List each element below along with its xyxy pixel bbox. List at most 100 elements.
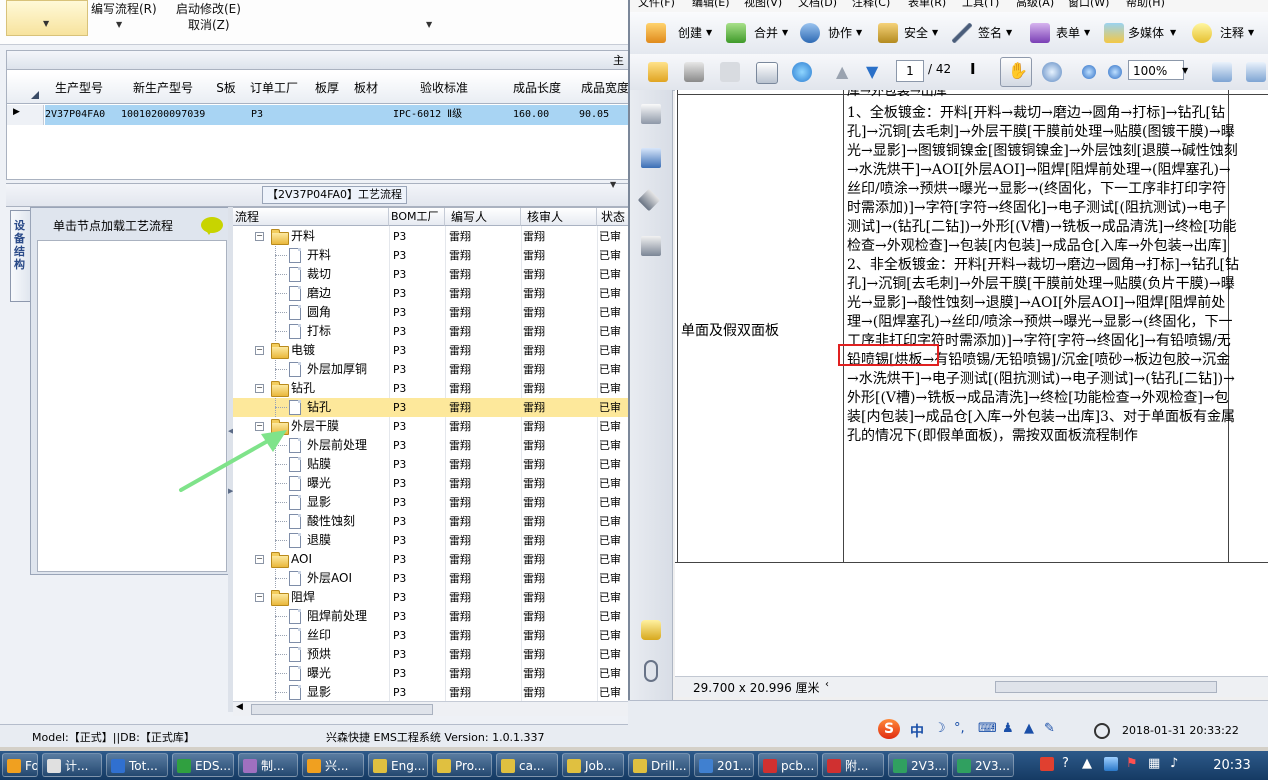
pdf-menu-form[interactable]: 表单(R) (908, 0, 946, 8)
skin-icon[interactable]: ▲ (1024, 721, 1034, 736)
tree-row[interactable]: 圆角 P3 雷翔 雷翔 已审 (233, 303, 628, 322)
form-button[interactable]: 表单 (1056, 20, 1080, 46)
app-logo-button[interactable]: ▼ (6, 0, 88, 36)
tab-equipment-structure[interactable]: 设备结构 (10, 210, 31, 302)
save-icon[interactable] (720, 62, 740, 82)
tree-row[interactable]: 外层AOI P3 雷翔 雷翔 已审 (233, 569, 628, 588)
tree-row[interactable]: 磨边 P3 雷翔 雷翔 已审 (233, 284, 628, 303)
comment-button[interactable]: 注释 (1220, 20, 1244, 46)
pdf-page-view[interactable]: 库→外包装→出库 单面及假双面板 1、全板镀金：开料[开料→裁切→磨边→圆角→打… (675, 90, 1268, 676)
taskbar-button[interactable]: Job... (562, 753, 624, 777)
next-page-icon[interactable]: ▼ (866, 62, 878, 81)
collapse-toggle-icon[interactable]: − (255, 384, 264, 393)
tree-row[interactable]: 打标 P3 雷翔 雷翔 已审 (233, 322, 628, 341)
comment-dropdown-icon[interactable]: ▼ (1248, 20, 1254, 46)
taskbar-button[interactable]: 制... (238, 753, 298, 777)
menu-write-flow[interactable]: 编写流程(R) (91, 0, 157, 17)
taskbar-button[interactable]: Pro... (432, 753, 492, 777)
keyboard-icon[interactable]: ⌨ (978, 721, 997, 736)
tools-icon[interactable]: ✎ (1044, 721, 1055, 736)
tree-horizontal-scrollbar[interactable]: ◀ (233, 701, 628, 716)
taskbar-button[interactable]: 兴... (302, 753, 364, 777)
tree-row[interactable]: 退膜 P3 雷翔 雷翔 已审 (233, 531, 628, 550)
taskbar-button[interactable]: EDS... (172, 753, 234, 777)
layers-icon[interactable] (637, 188, 661, 212)
scroll-thumb[interactable] (251, 704, 433, 715)
moon-icon[interactable]: ☽ (934, 721, 946, 736)
pdf-menu-tools[interactable]: 工具(T) (962, 0, 999, 8)
create-button[interactable]: 创建 (678, 20, 702, 46)
taskbar-button[interactable]: Tot... (106, 753, 168, 777)
tree-row[interactable]: 预烘 P3 雷翔 雷翔 已审 (233, 645, 628, 664)
tree-row[interactable]: − 钻孔 P3 雷翔 雷翔 已审 (233, 379, 628, 398)
tree-row[interactable]: 钻孔 P3 雷翔 雷翔 已审 (233, 398, 628, 417)
tree-header-reviewer[interactable]: 核审人 (521, 208, 597, 226)
taskbar-clock[interactable]: 20:33 (1196, 751, 1268, 780)
pages-panel-icon[interactable] (641, 104, 661, 124)
taskbar-button[interactable]: pcb... (758, 753, 818, 777)
tree-row[interactable]: 开料 P3 雷翔 雷翔 已审 (233, 246, 628, 265)
status-scroll-left-icon[interactable]: ‹ (825, 679, 829, 690)
taskbar-button[interactable]: Eng... (368, 753, 428, 777)
tree-header-flow[interactable]: 流程 (233, 208, 389, 226)
tree-row[interactable]: − 阻焊 P3 雷翔 雷翔 已审 (233, 588, 628, 607)
print-icon[interactable] (684, 62, 704, 82)
web-upload-icon[interactable] (792, 62, 812, 82)
multimedia-dropdown-icon[interactable]: ▼ (1170, 20, 1176, 46)
volume-icon[interactable]: ♪ (1170, 756, 1178, 771)
collapse-toggle-icon[interactable]: − (255, 346, 264, 355)
pdf-menu-advanced[interactable]: 高级(A) (1016, 0, 1054, 8)
menu-cancel[interactable]: 取消(Z) (188, 16, 230, 33)
zoom-dropdown-icon[interactable]: ▼ (1182, 66, 1188, 75)
create-dropdown-icon[interactable]: ▼ (706, 20, 712, 46)
page-number-input[interactable]: 1 (896, 60, 924, 82)
fit-width-icon[interactable] (1246, 62, 1266, 82)
pdf-menu-window[interactable]: 窗口(W) (1068, 0, 1109, 8)
help-tray-icon[interactable]: ? (1062, 756, 1069, 771)
tree-row[interactable]: 阻焊前处理 P3 雷翔 雷翔 已审 (233, 607, 628, 626)
prev-page-icon[interactable]: ▲ (836, 62, 848, 81)
combine-button[interactable]: 合并 (754, 20, 778, 46)
taskbar-button[interactable]: 2V3... (888, 753, 948, 777)
zoom-out-icon[interactable] (1082, 65, 1096, 79)
zoom-select[interactable]: 100% (1128, 60, 1184, 80)
table-row[interactable]: 2V37P04FA0 10010200097039 P3 IPC-6012 Ⅱ级… (43, 51, 628, 131)
splitter-arrow-icon[interactable]: ▼ (610, 180, 616, 189)
sign-button[interactable]: 签名 (978, 20, 1002, 46)
collapse-toggle-icon[interactable]: − (255, 593, 264, 602)
pdf-menu-document[interactable]: 文档(D) (798, 0, 837, 8)
collapse-toggle-icon[interactable]: − (255, 232, 264, 241)
collaborate-button[interactable]: 协作 (828, 20, 852, 46)
taskbar-button[interactable]: Drill... (628, 753, 690, 777)
tree-row[interactable]: 外层加厚铜 P3 雷翔 雷翔 已审 (233, 360, 628, 379)
open-folder-icon[interactable] (648, 62, 668, 82)
tree-row[interactable]: 丝印 P3 雷翔 雷翔 已审 (233, 626, 628, 645)
comments-panel-icon[interactable] (641, 620, 661, 640)
email-icon[interactable] (756, 62, 778, 84)
network-icon[interactable]: ▦ (1148, 756, 1160, 771)
pdf-scroll-thumb[interactable] (995, 681, 1217, 693)
fit-page-icon[interactable] (1212, 62, 1232, 82)
collapse-toggle-icon[interactable]: − (255, 555, 264, 564)
pdf-menu-view[interactable]: 视图(V) (744, 0, 782, 8)
tray-s-icon[interactable] (1040, 757, 1054, 771)
tree-row[interactable]: − 开料 P3 雷翔 雷翔 已审 (233, 227, 628, 246)
bookmarks-icon[interactable] (641, 148, 661, 168)
pdf-menu-help[interactable]: 帮助(H) (1126, 0, 1165, 8)
form-dropdown-icon[interactable]: ▼ (1084, 20, 1090, 46)
multimedia-button[interactable]: 多媒体 (1128, 20, 1164, 46)
security-dropdown-icon[interactable]: ▼ (932, 20, 938, 46)
taskbar-button[interactable]: 2V3... (952, 753, 1014, 777)
user-icon[interactable]: ♟ (1002, 721, 1014, 736)
attachment-icon[interactable] (644, 660, 658, 682)
tree-row[interactable]: 裁切 P3 雷翔 雷翔 已审 (233, 265, 628, 284)
row-indicator[interactable]: ▶ (7, 105, 44, 125)
hand-tool-button[interactable]: ✋ (1000, 57, 1032, 87)
pdf-menu-edit[interactable]: 编辑(E) (692, 0, 730, 8)
tray-flag-icon[interactable]: ⚑ (1126, 756, 1138, 771)
sign-dropdown-icon[interactable]: ▼ (1006, 20, 1012, 46)
taskbar-button[interactable]: 201... (694, 753, 754, 777)
taskbar-button[interactable]: 计... (42, 753, 102, 777)
zoom-in-icon[interactable] (1108, 65, 1122, 79)
ime-mode-label[interactable]: 中 (910, 721, 924, 741)
